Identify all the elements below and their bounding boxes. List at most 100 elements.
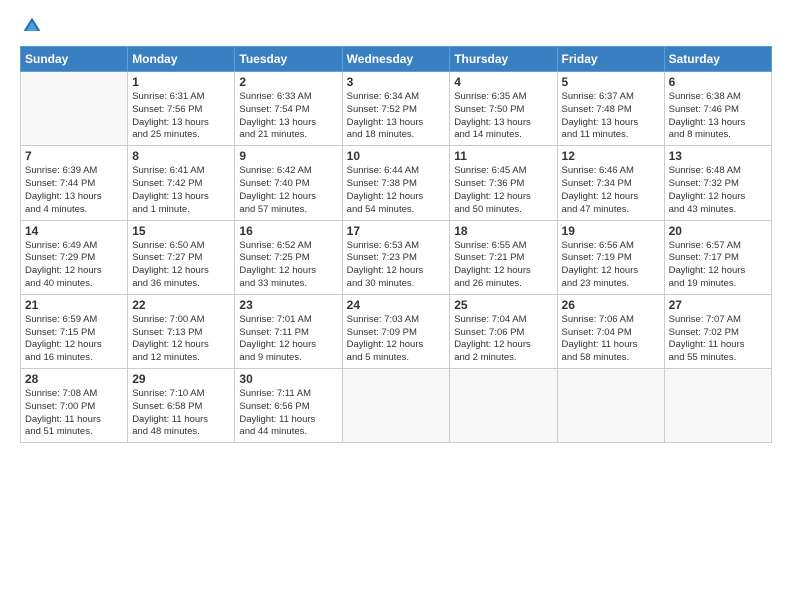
calendar-cell: 13 Sunrise: 6:48 AMSunset: 7:32 PMDayligh…	[664, 146, 771, 220]
day-info: Sunrise: 6:55 AMSunset: 7:21 PMDaylight:…	[454, 240, 552, 291]
calendar-cell: 15 Sunrise: 6:50 AMSunset: 7:27 PMDayligh…	[128, 220, 235, 294]
calendar-cell: 11 Sunrise: 6:45 AMSunset: 7:36 PMDayligh…	[450, 146, 557, 220]
day-info: Sunrise: 7:01 AMSunset: 7:11 PMDaylight:…	[239, 314, 337, 365]
day-info: Sunrise: 7:03 AMSunset: 7:09 PMDaylight:…	[347, 314, 446, 365]
day-info: Sunrise: 6:53 AMSunset: 7:23 PMDaylight:…	[347, 240, 446, 291]
day-number: 23	[239, 298, 337, 312]
page: SundayMondayTuesdayWednesdayThursdayFrid…	[0, 0, 792, 612]
day-number: 9	[239, 149, 337, 163]
day-number: 26	[562, 298, 660, 312]
calendar-cell: 5 Sunrise: 6:37 AMSunset: 7:48 PMDaylight…	[557, 72, 664, 146]
day-info: Sunrise: 6:39 AMSunset: 7:44 PMDaylight:…	[25, 165, 123, 216]
day-number: 24	[347, 298, 446, 312]
calendar-cell	[557, 369, 664, 443]
calendar-header-row: SundayMondayTuesdayWednesdayThursdayFrid…	[21, 47, 772, 72]
day-number: 6	[669, 75, 767, 89]
calendar-week-row: 28Sunrise: 7:08 AMSunset: 7:00 PMDayligh…	[21, 369, 772, 443]
day-number: 11	[454, 149, 552, 163]
calendar-cell: 21 Sunrise: 6:59 AMSunset: 7:15 PMDayligh…	[21, 294, 128, 368]
day-number: 13	[669, 149, 767, 163]
day-info: Sunrise: 6:50 AMSunset: 7:27 PMDaylight:…	[132, 240, 230, 291]
day-number: 21	[25, 298, 123, 312]
logo	[20, 16, 42, 36]
day-number: 25	[454, 298, 552, 312]
calendar-cell: 14 Sunrise: 6:49 AMSunset: 7:29 PMDayligh…	[21, 220, 128, 294]
day-info: Sunrise: 7:04 AMSunset: 7:06 PMDaylight:…	[454, 314, 552, 365]
calendar-cell	[664, 369, 771, 443]
calendar-cell: 19Sunrise: 6:56 AMSunset: 7:19 PMDayligh…	[557, 220, 664, 294]
calendar-header-monday: Monday	[128, 47, 235, 72]
day-info: Sunrise: 6:35 AMSunset: 7:50 PMDaylight:…	[454, 91, 552, 142]
day-info: Sunrise: 6:37 AMSunset: 7:48 PMDaylight:…	[562, 91, 660, 142]
day-number: 28	[25, 372, 123, 386]
day-number: 3	[347, 75, 446, 89]
calendar-cell: 26Sunrise: 7:06 AMSunset: 7:04 PMDayligh…	[557, 294, 664, 368]
calendar-cell: 24 Sunrise: 7:03 AMSunset: 7:09 PMDayligh…	[342, 294, 450, 368]
calendar-header-tuesday: Tuesday	[235, 47, 342, 72]
day-number: 27	[669, 298, 767, 312]
calendar-header-sunday: Sunday	[21, 47, 128, 72]
calendar-cell: 9Sunrise: 6:42 AMSunset: 7:40 PMDaylight…	[235, 146, 342, 220]
day-info: Sunrise: 7:11 AMSunset: 6:56 PMDaylight:…	[239, 388, 337, 439]
day-info: Sunrise: 6:38 AMSunset: 7:46 PMDaylight:…	[669, 91, 767, 142]
calendar-header-wednesday: Wednesday	[342, 47, 450, 72]
day-number: 20	[669, 224, 767, 238]
calendar-week-row: 21 Sunrise: 6:59 AMSunset: 7:15 PMDayligh…	[21, 294, 772, 368]
calendar-cell: 28Sunrise: 7:08 AMSunset: 7:00 PMDayligh…	[21, 369, 128, 443]
day-info: Sunrise: 6:59 AMSunset: 7:15 PMDaylight:…	[25, 314, 123, 365]
day-info: Sunrise: 6:33 AMSunset: 7:54 PMDaylight:…	[239, 91, 337, 142]
calendar-header-thursday: Thursday	[450, 47, 557, 72]
calendar-cell: 25 Sunrise: 7:04 AMSunset: 7:06 PMDayligh…	[450, 294, 557, 368]
calendar-week-row: 7Sunrise: 6:39 AMSunset: 7:44 PMDaylight…	[21, 146, 772, 220]
calendar-cell: 22Sunrise: 7:00 AMSunset: 7:13 PMDayligh…	[128, 294, 235, 368]
day-number: 8	[132, 149, 230, 163]
calendar-cell: 1 Sunrise: 6:31 AMSunset: 7:56 PMDaylight…	[128, 72, 235, 146]
day-number: 2	[239, 75, 337, 89]
day-info: Sunrise: 7:00 AMSunset: 7:13 PMDaylight:…	[132, 314, 230, 365]
calendar-cell	[342, 369, 450, 443]
header	[20, 16, 772, 36]
calendar-cell: 4Sunrise: 6:35 AMSunset: 7:50 PMDaylight…	[450, 72, 557, 146]
calendar-cell: 12Sunrise: 6:46 AMSunset: 7:34 PMDayligh…	[557, 146, 664, 220]
calendar-header-friday: Friday	[557, 47, 664, 72]
day-number: 30	[239, 372, 337, 386]
calendar-cell	[21, 72, 128, 146]
day-number: 18	[454, 224, 552, 238]
calendar-cell: 23 Sunrise: 7:01 AMSunset: 7:11 PMDayligh…	[235, 294, 342, 368]
day-number: 14	[25, 224, 123, 238]
day-number: 5	[562, 75, 660, 89]
day-number: 15	[132, 224, 230, 238]
calendar-table: SundayMondayTuesdayWednesdayThursdayFrid…	[20, 46, 772, 443]
day-info: Sunrise: 6:34 AMSunset: 7:52 PMDaylight:…	[347, 91, 446, 142]
day-info: Sunrise: 6:46 AMSunset: 7:34 PMDaylight:…	[562, 165, 660, 216]
calendar-cell	[450, 369, 557, 443]
calendar-cell: 20Sunrise: 6:57 AMSunset: 7:17 PMDayligh…	[664, 220, 771, 294]
day-info: Sunrise: 6:49 AMSunset: 7:29 PMDaylight:…	[25, 240, 123, 291]
calendar-cell: 2 Sunrise: 6:33 AMSunset: 7:54 PMDaylight…	[235, 72, 342, 146]
calendar-cell: 29 Sunrise: 7:10 AMSunset: 6:58 PMDayligh…	[128, 369, 235, 443]
day-number: 1	[132, 75, 230, 89]
calendar-cell: 17 Sunrise: 6:53 AMSunset: 7:23 PMDayligh…	[342, 220, 450, 294]
calendar-week-row: 1 Sunrise: 6:31 AMSunset: 7:56 PMDaylight…	[21, 72, 772, 146]
calendar-cell: 27 Sunrise: 7:07 AMSunset: 7:02 PMDayligh…	[664, 294, 771, 368]
day-number: 29	[132, 372, 230, 386]
day-info: Sunrise: 6:41 AMSunset: 7:42 PMDaylight:…	[132, 165, 230, 216]
day-number: 10	[347, 149, 446, 163]
day-info: Sunrise: 6:45 AMSunset: 7:36 PMDaylight:…	[454, 165, 552, 216]
calendar-cell: 16 Sunrise: 6:52 AMSunset: 7:25 PMDayligh…	[235, 220, 342, 294]
day-info: Sunrise: 7:10 AMSunset: 6:58 PMDaylight:…	[132, 388, 230, 439]
day-number: 17	[347, 224, 446, 238]
day-info: Sunrise: 6:56 AMSunset: 7:19 PMDaylight:…	[562, 240, 660, 291]
calendar-header-saturday: Saturday	[664, 47, 771, 72]
day-number: 16	[239, 224, 337, 238]
day-info: Sunrise: 6:52 AMSunset: 7:25 PMDaylight:…	[239, 240, 337, 291]
calendar-cell: 8 Sunrise: 6:41 AMSunset: 7:42 PMDaylight…	[128, 146, 235, 220]
day-info: Sunrise: 6:48 AMSunset: 7:32 PMDaylight:…	[669, 165, 767, 216]
day-info: Sunrise: 6:31 AMSunset: 7:56 PMDaylight:…	[132, 91, 230, 142]
calendar-cell: 30 Sunrise: 7:11 AMSunset: 6:56 PMDayligh…	[235, 369, 342, 443]
calendar-cell: 18 Sunrise: 6:55 AMSunset: 7:21 PMDayligh…	[450, 220, 557, 294]
calendar-cell: 10 Sunrise: 6:44 AMSunset: 7:38 PMDayligh…	[342, 146, 450, 220]
logo-icon	[22, 16, 42, 36]
day-info: Sunrise: 7:07 AMSunset: 7:02 PMDaylight:…	[669, 314, 767, 365]
day-info: Sunrise: 6:44 AMSunset: 7:38 PMDaylight:…	[347, 165, 446, 216]
